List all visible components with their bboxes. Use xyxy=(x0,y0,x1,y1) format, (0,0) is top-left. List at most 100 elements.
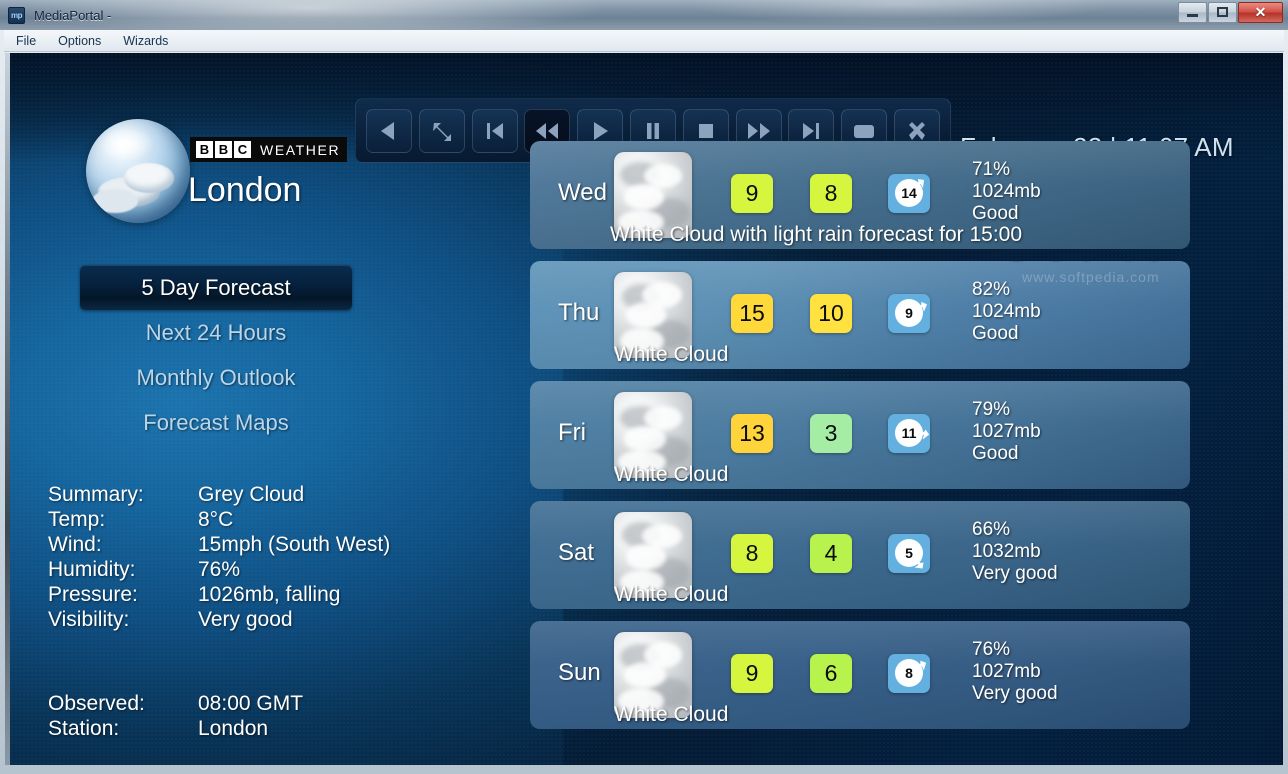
window-title: MediaPortal - xyxy=(34,7,112,23)
observed-row: Observed: 08:00 GMT xyxy=(48,692,303,717)
maximize-icon xyxy=(1217,7,1228,17)
close-icon: ✕ xyxy=(1254,4,1267,20)
forecast-stats: 66% 1032mb Very good xyxy=(972,519,1058,585)
close-button[interactable]: ✕ xyxy=(1238,1,1283,23)
rewind-icon xyxy=(536,122,559,139)
shuffle-button[interactable] xyxy=(418,108,465,153)
screen-icon xyxy=(854,124,875,138)
forecast-high-badge: 13 xyxy=(731,414,773,453)
forecast-row-fri[interactable]: Fri 13 3 11 79% 1027mb Good White Cloud xyxy=(530,381,1190,489)
forecast-row-thu[interactable]: SOFTPEDIA www.softpedia.com Thu 15 10 9 xyxy=(530,261,1190,369)
menu-item-file[interactable]: File xyxy=(16,34,36,48)
maximize-button[interactable] xyxy=(1208,1,1237,23)
visibility-value: Very good xyxy=(198,608,293,631)
wind-badge: 11 xyxy=(888,414,930,453)
pressure-value: 1026mb, falling xyxy=(198,583,341,606)
back-button[interactable] xyxy=(366,108,412,153)
titlebar-gloss xyxy=(0,0,1288,30)
bbc-box-c: C xyxy=(234,141,251,158)
station-label: Station: xyxy=(48,717,120,740)
wind-speed-value: 14 xyxy=(895,179,923,207)
triangle-left-icon xyxy=(381,121,394,140)
forecast-description: White Cloud xyxy=(614,583,729,606)
sidebar-item-monthly-outlook[interactable]: Monthly Outlook xyxy=(80,355,352,400)
sidebar-item-next-24-hours[interactable]: Next 24 Hours xyxy=(80,310,352,355)
skip-previous-button[interactable] xyxy=(471,108,518,153)
wind-value: 15mph (South West) xyxy=(198,533,391,556)
observation-info: Observed: 08:00 GMT Station: London xyxy=(48,692,303,742)
skip-previous-icon xyxy=(486,122,503,139)
wind-badge: 5 xyxy=(888,534,930,573)
forecast-stats: 71% 1024mb Good xyxy=(972,159,1041,225)
temp-value: 8°C xyxy=(198,508,234,531)
summary-label: Summary: xyxy=(48,483,144,506)
forecast-high-badge: 9 xyxy=(731,654,773,693)
temp-label: Temp: xyxy=(48,508,106,531)
bbc-box-b1: B xyxy=(196,141,213,158)
forecast-pressure: 1027mb xyxy=(972,661,1041,682)
sidebar-item-forecast-maps[interactable]: Forecast Maps xyxy=(80,400,352,445)
minimize-icon xyxy=(1187,13,1198,17)
fast-forward-icon xyxy=(747,122,770,139)
minimize-button[interactable] xyxy=(1178,1,1207,23)
forecast-humidity: 71% xyxy=(972,159,1011,180)
wind-speed-value: 11 xyxy=(895,419,923,447)
visibility-label: Visibility: xyxy=(48,608,130,631)
forecast-low-badge: 10 xyxy=(810,294,852,333)
forecast-humidity: 66% xyxy=(972,519,1011,540)
forecast-description: White Cloud xyxy=(614,463,729,486)
forecast-description: White Cloud with light rain forecast for… xyxy=(610,223,1023,246)
sidebar-item-5-day-forecast[interactable]: 5 Day Forecast xyxy=(80,265,352,310)
menu-item-options[interactable]: Options xyxy=(58,34,101,48)
wind-badge: 14 xyxy=(888,174,930,213)
pressure-label: Pressure: xyxy=(48,583,138,606)
condition-row-summary: Summary: Grey Cloud xyxy=(48,483,390,508)
forecast-visibility: Good xyxy=(972,443,1019,464)
condition-row-visibility: Visibility: Very good xyxy=(48,608,390,633)
forecast-low-badge: 6 xyxy=(810,654,852,693)
wind-speed-value: 5 xyxy=(895,539,923,567)
forecast-row-sun[interactable]: Sun 9 6 8 76% 1027mb Very good White Clo… xyxy=(530,621,1190,729)
observed-value: 08:00 GMT xyxy=(198,692,304,715)
forecast-visibility: Good xyxy=(972,203,1019,224)
forecast-pressure: 1027mb xyxy=(972,421,1041,442)
forecast-day: Fri xyxy=(558,419,586,446)
globe-cloud-3 xyxy=(92,189,138,213)
menu-item-wizards[interactable]: Wizards xyxy=(123,34,168,48)
station-value: London xyxy=(198,717,269,740)
station-row: Station: London xyxy=(48,717,303,742)
forecast-stats: 79% 1027mb Good xyxy=(972,399,1041,465)
humidity-label: Humidity: xyxy=(48,558,136,581)
condition-row-humidity: Humidity: 76% xyxy=(48,558,390,583)
wind-speed-value: 9 xyxy=(895,299,923,327)
forecast-visibility: Good xyxy=(972,323,1019,344)
application-window: mp MediaPortal - ✕ File Options Wizards … xyxy=(0,0,1288,774)
play-icon xyxy=(594,121,609,140)
current-conditions: Summary: Grey Cloud Temp: 8°C Wind: 15mp… xyxy=(48,483,390,633)
forecast-visibility: Very good xyxy=(972,683,1058,704)
forecast-high-badge: 15 xyxy=(731,294,773,333)
summary-value: Grey Cloud xyxy=(198,483,305,506)
page-title: London xyxy=(188,171,302,209)
stop-icon xyxy=(698,123,713,138)
forecast-visibility: Very good xyxy=(972,563,1058,584)
forecast-low-badge: 3 xyxy=(810,414,852,453)
forecast-description: White Cloud xyxy=(614,703,729,726)
forecast-high-badge: 8 xyxy=(731,534,773,573)
globe-gloss xyxy=(100,127,154,161)
forecast-day: Thu xyxy=(558,299,600,326)
forecast-low-badge: 4 xyxy=(810,534,852,573)
forecast-list: Wed 9 8 14 71% 1024mb Good White Cloud w… xyxy=(530,141,1190,741)
forecast-row-sat[interactable]: Sat 8 4 5 66% 1032mb Very good White Clo… xyxy=(530,501,1190,609)
humidity-value: 76% xyxy=(198,558,241,581)
wind-speed-value: 8 xyxy=(895,659,923,687)
forecast-stats: 76% 1027mb Very good xyxy=(972,639,1058,705)
forecast-high-badge: 9 xyxy=(731,174,773,213)
forecast-description: White Cloud xyxy=(614,343,729,366)
forecast-pressure: 1024mb xyxy=(972,181,1041,202)
mediaportal-icon: mp xyxy=(8,6,25,24)
forecast-row-wed[interactable]: Wed 9 8 14 71% 1024mb Good White Cloud w… xyxy=(530,141,1190,249)
forecast-pressure: 1032mb xyxy=(972,541,1041,562)
bbc-weather-logo: B B C WEATHER xyxy=(190,137,348,162)
skip-next-icon xyxy=(803,122,820,139)
